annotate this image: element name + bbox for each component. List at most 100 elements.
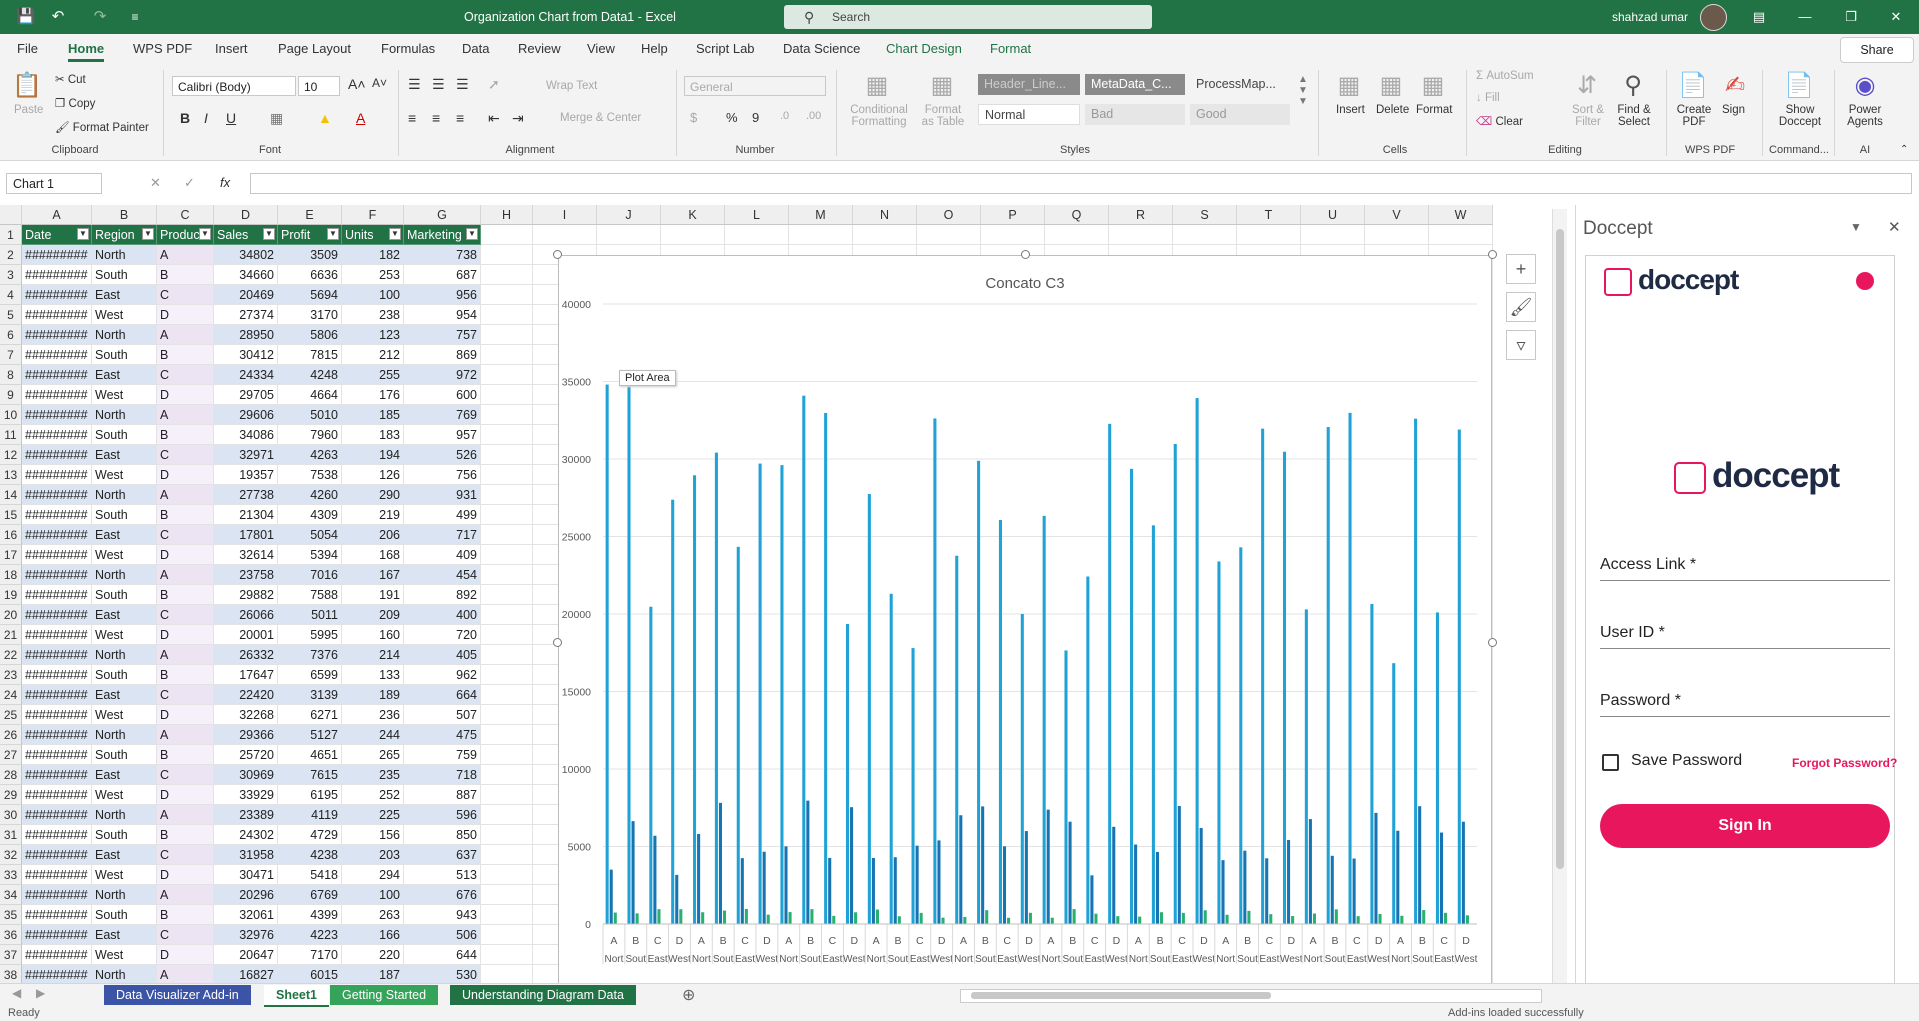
row-header-6[interactable]: 6: [0, 325, 22, 345]
empty-cell[interactable]: [481, 825, 533, 845]
table-cell[interactable]: South: [92, 265, 157, 285]
empty-cell[interactable]: [481, 605, 533, 625]
table-cell[interactable]: 4263: [278, 445, 342, 465]
empty-cell[interactable]: [481, 265, 533, 285]
table-cell[interactable]: 506: [404, 925, 481, 945]
table-cell[interactable]: 738: [404, 245, 481, 265]
table-cell[interactable]: A: [157, 245, 214, 265]
row-header-12[interactable]: 12: [0, 445, 22, 465]
empty-cell[interactable]: [661, 225, 725, 245]
enter-icon[interactable]: ✓: [184, 175, 195, 191]
column-header-P[interactable]: P: [981, 205, 1045, 225]
next-sheet-icon[interactable]: ▶: [36, 986, 45, 1000]
row-header-37[interactable]: 37: [0, 945, 22, 965]
table-cell[interactable]: 4729: [278, 825, 342, 845]
chart-1[interactable]: Concato C3 0 5000 10000 15000 20000 25000 30000…: [558, 255, 1492, 995]
table-cell[interactable]: West: [92, 545, 157, 565]
table-cell[interactable]: #########: [22, 585, 92, 605]
table-cell[interactable]: 4119: [278, 805, 342, 825]
empty-cell[interactable]: [481, 785, 533, 805]
empty-cell[interactable]: [481, 305, 533, 325]
table-cell[interactable]: 5418: [278, 865, 342, 885]
table-cell[interactable]: East: [92, 685, 157, 705]
empty-cell[interactable]: [481, 445, 533, 465]
table-cell[interactable]: South: [92, 905, 157, 925]
table-cell[interactable]: 203: [342, 845, 404, 865]
column-header-I[interactable]: I: [533, 205, 597, 225]
table-cell[interactable]: 220: [342, 945, 404, 965]
table-cell[interactable]: East: [92, 605, 157, 625]
row-header-14[interactable]: 14: [0, 485, 22, 505]
minimize-icon[interactable]: —: [1782, 0, 1828, 34]
empty-cell[interactable]: [481, 705, 533, 725]
table-cell[interactable]: East: [92, 445, 157, 465]
empty-cell[interactable]: [481, 865, 533, 885]
table-cell[interactable]: 166: [342, 925, 404, 945]
column-header-D[interactable]: D: [214, 205, 278, 225]
fill-color-icon[interactable]: ▲: [318, 110, 332, 126]
table-cell[interactable]: 4399: [278, 905, 342, 925]
table-cell[interactable]: 513: [404, 865, 481, 885]
table-cell[interactable]: D: [157, 545, 214, 565]
orientation-icon[interactable]: ➚: [488, 76, 500, 93]
table-cell[interactable]: East: [92, 285, 157, 305]
table-cell[interactable]: 100: [342, 885, 404, 905]
font-name-select[interactable]: Calibri (Body): [172, 76, 296, 96]
table-cell[interactable]: 7016: [278, 565, 342, 585]
collapse-ribbon-icon[interactable]: ⌃: [1900, 144, 1908, 155]
row-header-11[interactable]: 11: [0, 425, 22, 445]
table-header-profit[interactable]: Profit ▼: [278, 225, 342, 245]
empty-cell[interactable]: [481, 385, 533, 405]
name-box[interactable]: Chart 1: [6, 173, 102, 194]
row-header-3[interactable]: 3: [0, 265, 22, 285]
find-icon[interactable]: ⚲: [1616, 70, 1650, 102]
column-header-N[interactable]: N: [853, 205, 917, 225]
row-header-18[interactable]: 18: [0, 565, 22, 585]
tab-insert[interactable]: Insert: [215, 34, 248, 64]
empty-cell[interactable]: [481, 565, 533, 585]
table-cell[interactable]: D: [157, 625, 214, 645]
row-header-31[interactable]: 31: [0, 825, 22, 845]
table-cell[interactable]: West: [92, 865, 157, 885]
table-cell[interactable]: 225: [342, 805, 404, 825]
table-cell[interactable]: 209: [342, 605, 404, 625]
table-cell[interactable]: 717: [404, 525, 481, 545]
empty-cell[interactable]: [481, 725, 533, 745]
table-cell[interactable]: A: [157, 965, 214, 983]
table-cell[interactable]: 7615: [278, 765, 342, 785]
row-header-8[interactable]: 8: [0, 365, 22, 385]
table-cell[interactable]: 32268: [214, 705, 278, 725]
table-cell[interactable]: #########: [22, 365, 92, 385]
table-cell[interactable]: 183: [342, 425, 404, 445]
table-cell[interactable]: 637: [404, 845, 481, 865]
table-cell[interactable]: #########: [22, 725, 92, 745]
table-cell[interactable]: 33929: [214, 785, 278, 805]
table-cell[interactable]: North: [92, 245, 157, 265]
sign-icon[interactable]: ✍: [1718, 70, 1752, 102]
table-cell[interactable]: 167: [342, 565, 404, 585]
row-header-32[interactable]: 32: [0, 845, 22, 865]
create-pdf-button[interactable]: Create PDF: [1676, 104, 1712, 128]
table-cell[interactable]: #########: [22, 345, 92, 365]
table-cell[interactable]: 214: [342, 645, 404, 665]
table-cell[interactable]: #########: [22, 565, 92, 585]
table-cell[interactable]: 5394: [278, 545, 342, 565]
tab-script-lab[interactable]: Script Lab: [696, 34, 755, 64]
fill-button[interactable]: ↓ Fill: [1476, 92, 1500, 104]
table-cell[interactable]: West: [92, 945, 157, 965]
row-header-34[interactable]: 34: [0, 885, 22, 905]
table-cell[interactable]: 244: [342, 725, 404, 745]
sheet-tab-understanding-diagram-data[interactable]: Understanding Diagram Data: [450, 985, 636, 1005]
table-cell[interactable]: 718: [404, 765, 481, 785]
column-header-E[interactable]: E: [278, 205, 342, 225]
table-cell[interactable]: North: [92, 805, 157, 825]
table-cell[interactable]: D: [157, 945, 214, 965]
ribbon-display-icon[interactable]: ▤: [1736, 0, 1782, 34]
empty-cell[interactable]: [1045, 225, 1109, 245]
style-bad[interactable]: Bad: [1085, 104, 1185, 125]
table-cell[interactable]: A: [157, 645, 214, 665]
table-cell[interactable]: 4664: [278, 385, 342, 405]
table-cell[interactable]: D: [157, 705, 214, 725]
format-painter-button[interactable]: 🖌 Format Painter: [55, 120, 149, 134]
table-cell[interactable]: 644: [404, 945, 481, 965]
